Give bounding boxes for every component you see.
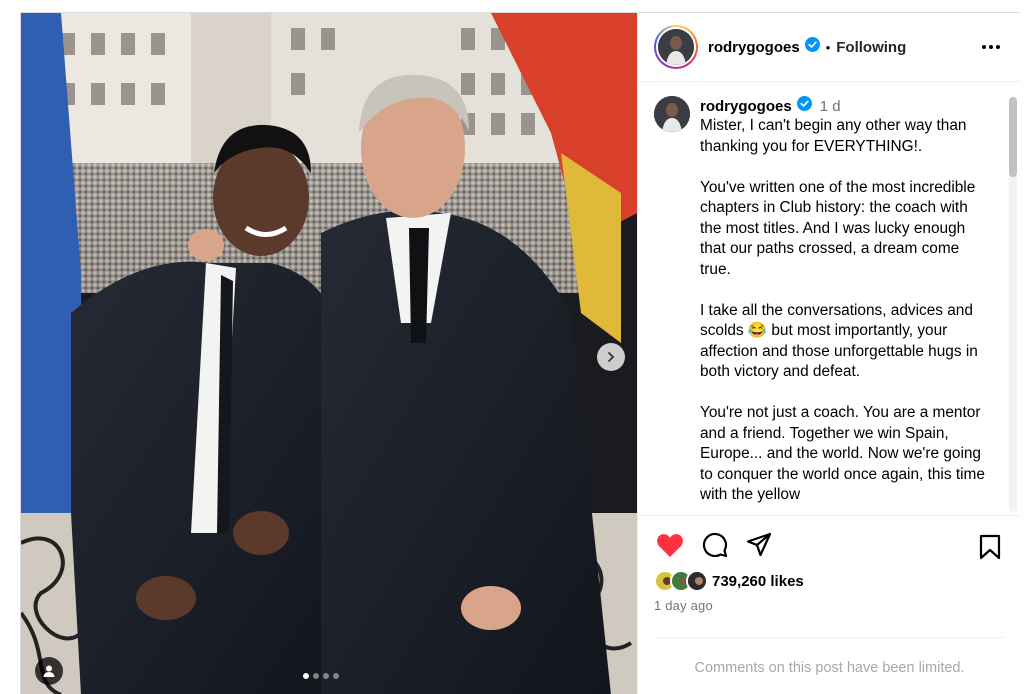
like-button[interactable] [656,532,684,563]
caption-scrollbar[interactable] [1009,97,1017,512]
post-photo[interactable] [21,13,637,694]
comments-limited-notice: Comments on this post have been limited. [694,660,965,676]
more-options-button[interactable] [981,37,1001,62]
comment-button[interactable] [702,532,728,563]
post-actions: 739,260 likes 1 day ago [638,515,1021,635]
photo-illustration [21,13,637,694]
carousel-dot [323,673,329,679]
share-button[interactable] [746,532,772,563]
carousel-dot [313,673,319,679]
save-button[interactable] [979,534,1001,565]
share-icon [746,532,772,557]
verified-badge-icon [796,96,812,116]
user-tag-icon [43,665,55,677]
author-story-ring[interactable] [654,25,698,69]
liked-by-avatars[interactable] [654,570,708,592]
caption-text: Mister, I can't begin any other way than… [700,117,985,503]
carousel-indicator [303,673,339,679]
comments-divider [654,637,1004,638]
post-timestamp[interactable]: 1 day ago [654,598,713,613]
following-button[interactable]: Following [836,39,906,56]
caption-timestamp[interactable]: 1 d [820,98,841,115]
author-username[interactable]: rodrygogoes [708,39,800,56]
like-count[interactable]: 739,260 likes [712,573,804,590]
carousel-next-button[interactable] [597,343,625,371]
caption-scroll-area[interactable]: rodrygogoes 1 d Mister, I can't begin an… [638,83,1021,515]
heart-filled-icon [657,534,683,557]
caption-author-avatar[interactable] [654,96,690,132]
separator-dot: • [825,39,831,55]
post-sidebar: rodrygogoes • Following rodrygogoes 1 d … [637,13,1021,694]
liker-avatar[interactable] [686,570,708,592]
carousel-dot [333,673,339,679]
chevron-right-icon [608,352,615,362]
post-header: rodrygogoes • Following [638,13,1021,82]
caption-username[interactable]: rodrygogoes [700,98,792,115]
comment-icon [702,532,728,558]
bookmark-icon [979,534,1001,560]
more-options-icon [982,45,1000,49]
tagged-users-button[interactable] [35,657,63,685]
author-avatar[interactable] [658,29,694,65]
carousel-dot [303,673,309,679]
scrollbar-thumb[interactable] [1009,97,1017,177]
post-container: rodrygogoes • Following rodrygogoes 1 d … [20,12,1021,694]
verified-badge-icon [804,37,820,57]
